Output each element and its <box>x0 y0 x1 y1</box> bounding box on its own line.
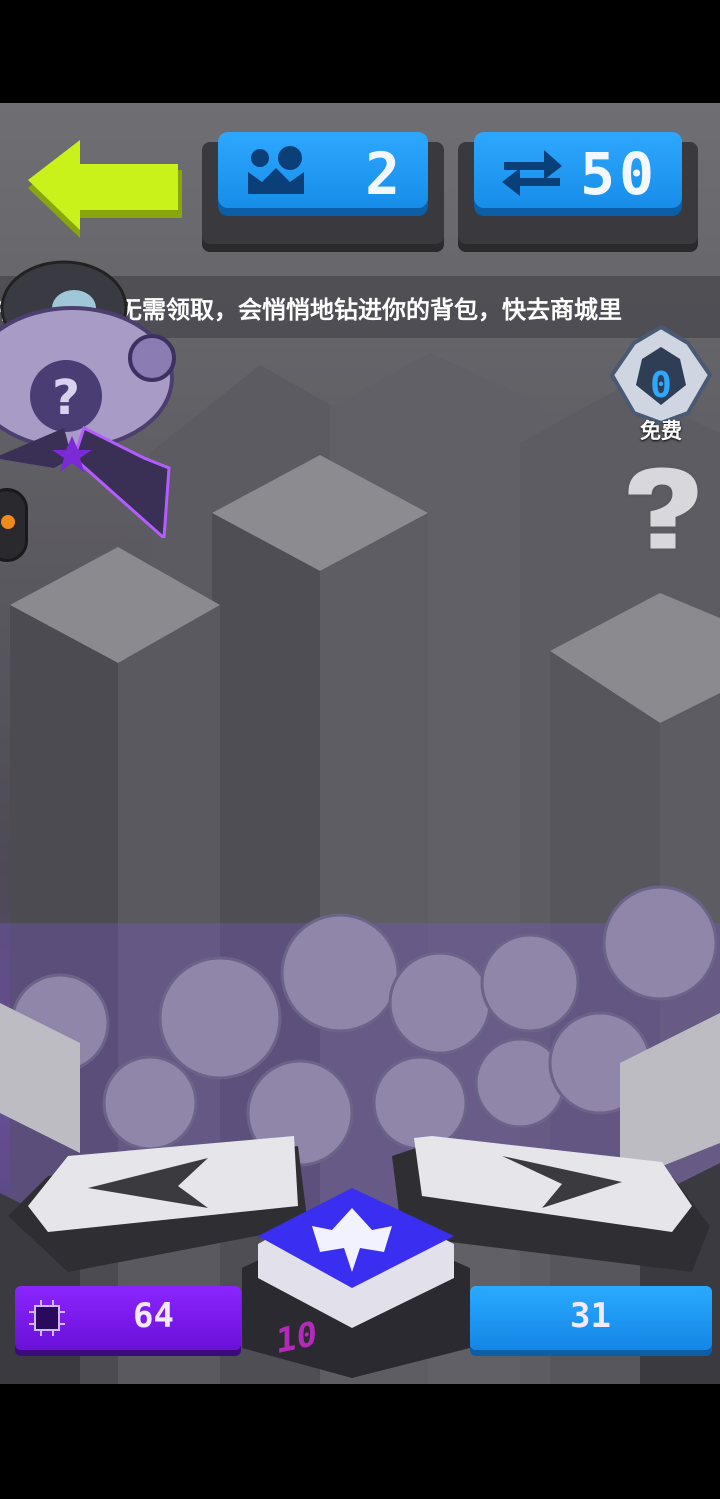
chip-icon <box>29 1300 65 1336</box>
score-value: 31 <box>570 1296 611 1336</box>
side-badge[interactable] <box>0 488 28 562</box>
levels-value: 2 <box>365 140 404 208</box>
levels-counter[interactable]: 2 <box>202 132 444 252</box>
map-icon <box>248 146 304 194</box>
back-button[interactable] <box>28 140 184 240</box>
question-icon[interactable] <box>617 462 707 552</box>
swap-arrows-icon <box>502 150 562 196</box>
svg-text:?: ? <box>52 370 80 426</box>
swaps-counter[interactable]: 50 <box>458 132 698 252</box>
free-label: 免费 <box>640 419 682 443</box>
bottom-letterbox <box>0 1384 720 1499</box>
chip-counter: 64 <box>15 1286 241 1350</box>
top-letterbox <box>0 0 720 103</box>
mystery-ship-icon[interactable]: ? <box>0 258 184 538</box>
chip-value: 64 <box>133 1296 174 1336</box>
free-value: 0 <box>650 365 672 406</box>
free-reward-button[interactable]: 0 免费 <box>610 325 712 443</box>
swaps-value: 50 <box>580 140 658 208</box>
score-counter: 31 <box>470 1286 712 1350</box>
